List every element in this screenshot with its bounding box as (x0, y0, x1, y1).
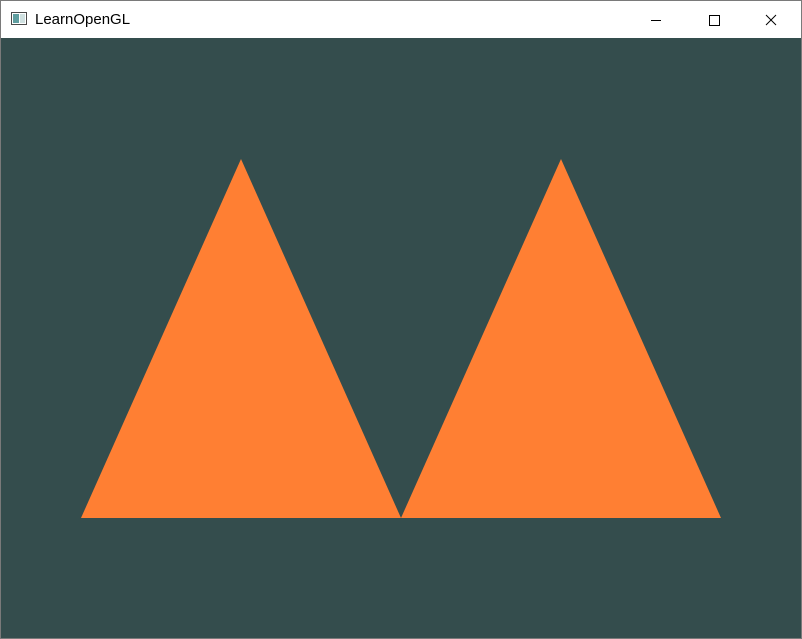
app-window-icon[interactable] (11, 12, 27, 25)
close-icon (765, 14, 777, 25)
window-title: LearnOpenGL (35, 11, 131, 28)
title-bar[interactable]: LearnOpenGL (1, 1, 801, 38)
maximize-icon (709, 14, 720, 26)
minimize-icon (651, 19, 661, 21)
maximize-button[interactable] (691, 1, 737, 38)
clear-color-background (1, 38, 801, 638)
close-button[interactable] (748, 1, 794, 38)
opengl-viewport[interactable] (1, 38, 801, 638)
minimize-button[interactable] (633, 1, 679, 38)
app-window: LearnOpenGL (0, 0, 802, 639)
